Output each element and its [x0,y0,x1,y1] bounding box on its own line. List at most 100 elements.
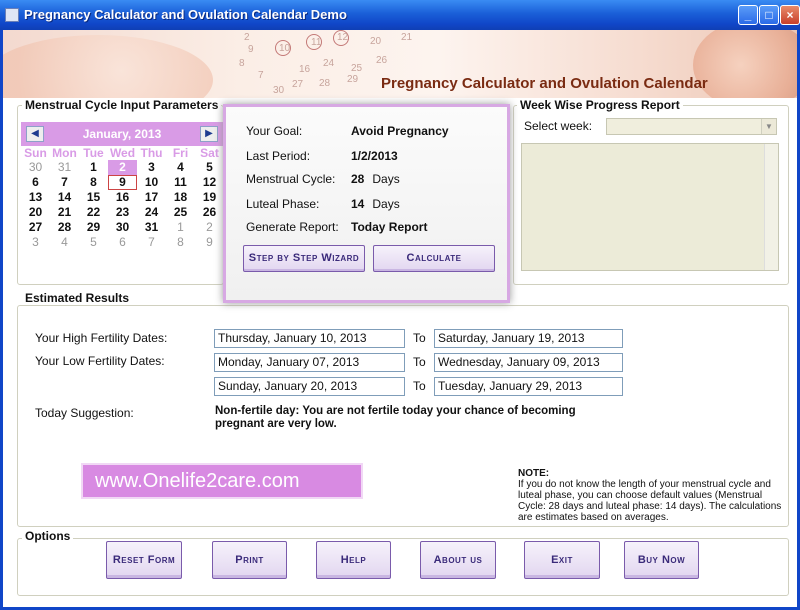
options-label: Options [22,529,74,543]
calendar-day[interactable]: 6 [21,175,50,190]
print-button[interactable]: Print [212,541,287,579]
calendar-day[interactable]: 18 [166,190,195,205]
high-fertility-to-field[interactable]: Saturday, January 19, 2013 [434,329,623,348]
close-button[interactable]: × [780,5,800,25]
minimize-button[interactable]: _ [738,5,758,25]
low-fertility-from-field-2[interactable]: Sunday, January 20, 2013 [214,377,405,396]
note-text: If you do not know the length of your me… [518,479,782,523]
calendar-day[interactable]: 8 [166,235,195,250]
luteal-phase-value[interactable]: 14 Days [351,197,400,211]
calendar-day[interactable]: 3 [137,160,166,175]
reset-form-button[interactable]: Reset Form [106,541,182,579]
banner-number: 24 [323,58,335,69]
maximize-button[interactable]: □ [759,5,779,25]
chevron-down-icon[interactable]: ▼ [761,119,776,134]
calendar-day[interactable]: 30 [108,220,137,235]
weekday-header: Wed [109,146,136,160]
calendar-day[interactable]: 10 [137,175,166,190]
menstrual-cycle-unit: Days [372,172,400,186]
to-label: To [413,355,426,369]
luteal-phase-label: Luteal Phase: [246,197,320,211]
calendar-day[interactable]: 17 [137,190,166,205]
goal-value[interactable]: Avoid Pregnancy [351,124,449,138]
about-us-button[interactable]: About us [420,541,496,579]
calendar-day[interactable]: 1 [79,160,108,175]
calendar-day[interactable]: 21 [50,205,79,220]
banner-number: 20 [370,36,382,47]
calendar-day[interactable]: 14 [50,190,79,205]
calendar-day[interactable]: 6 [108,235,137,250]
banner-hand-image [3,35,213,98]
calendar-day[interactable]: 7 [137,235,166,250]
calendar-day[interactable]: 1 [166,220,195,235]
calendar-day[interactable]: 13 [21,190,50,205]
calendar-day[interactable]: 29 [79,220,108,235]
goal-label: Your Goal: [246,124,303,138]
calendar-day[interactable]: 3 [21,235,50,250]
menstrual-cycle-value[interactable]: 28 Days [351,172,400,186]
banner-number: 16 [299,64,311,75]
calendar-day[interactable]: 4 [50,235,79,250]
calendar-day[interactable]: 4 [166,160,195,175]
week-report-area[interactable] [521,143,779,271]
banner-mother-image [693,30,797,98]
report-scrollbar[interactable] [764,144,778,270]
input-parameters-panel: Your Goal: Avoid Pregnancy Last Period: … [223,104,510,303]
calculate-button[interactable]: Calculate [373,245,495,272]
low-fertility-to-field[interactable]: Wednesday, January 09, 2013 [434,353,623,372]
calendar-day[interactable]: 26 [195,205,224,220]
luteal-phase-number: 14 [351,197,365,211]
low-fertility-from-field[interactable]: Monday, January 07, 2013 [214,353,405,372]
calendar-day[interactable]: 31 [50,160,79,175]
calendar-day[interactable]: 23 [108,205,137,220]
calendar-day[interactable]: 5 [79,235,108,250]
menstrual-cycle-number: 28 [351,172,365,186]
calendar-day[interactable]: 9 [108,175,137,190]
calendar-day[interactable]: 30 [21,160,50,175]
banner-number: 29 [347,74,359,85]
window-client: 2 9 10 11 12 20 21 8 7 16 24 25 26 27 28… [0,30,800,610]
calendar-day[interactable]: 2 [108,160,137,175]
menstrual-cycle-label: Menstrual Cycle: [246,172,336,186]
calendar-day[interactable]: 27 [21,220,50,235]
generate-report-value[interactable]: Today Report [351,220,427,234]
step-by-step-wizard-button[interactable]: Step by Step Wizard [243,245,365,272]
high-fertility-from-field[interactable]: Thursday, January 10, 2013 [214,329,405,348]
calendar-day[interactable]: 11 [166,175,195,190]
calendar-day[interactable]: 24 [137,205,166,220]
calendar-day[interactable]: 7 [50,175,79,190]
next-month-button[interactable]: ▶ [200,126,218,142]
weekday-header: Fri [172,146,189,160]
buy-now-button[interactable]: Buy Now [624,541,699,579]
banner-title: Pregnancy Calculator and Ovulation Calen… [381,75,708,92]
luteal-phase-unit: Days [372,197,400,211]
high-fertility-label: Your High Fertility Dates: [35,331,168,345]
calendar-day[interactable]: 2 [195,220,224,235]
calendar-day[interactable]: 15 [79,190,108,205]
banner-number: 9 [248,44,254,55]
exit-button[interactable]: Exit [524,541,600,579]
calendar-day[interactable]: 19 [195,190,224,205]
calendar-day[interactable]: 20 [21,205,50,220]
calendar-day[interactable]: 25 [166,205,195,220]
calendar-day[interactable]: 16 [108,190,137,205]
calendar-header: ◀ January, 2013 ▶ [21,122,223,146]
banner-number: 25 [351,63,363,74]
select-week-dropdown[interactable]: ▼ [606,118,777,135]
weekday-header: Sat [200,146,219,160]
calendar-day[interactable]: 28 [50,220,79,235]
low-fertility-to-field-2[interactable]: Tuesday, January 29, 2013 [434,377,623,396]
calendar-day[interactable]: 5 [195,160,224,175]
banner-number: 8 [239,58,245,69]
low-fertility-label: Your Low Fertility Dates: [35,354,165,368]
calendar-day[interactable]: 9 [195,235,224,250]
banner-number: 10 [279,43,291,54]
website-banner[interactable]: www.Onelife2care.com [81,463,363,499]
calendar-day[interactable]: 12 [195,175,224,190]
last-period-value[interactable]: 1/2/2013 [351,149,398,163]
weekday-header: Sun [24,146,47,160]
calendar-day[interactable]: 22 [79,205,108,220]
calendar-day[interactable]: 8 [79,175,108,190]
help-button[interactable]: Help [316,541,391,579]
calendar-day[interactable]: 31 [137,220,166,235]
